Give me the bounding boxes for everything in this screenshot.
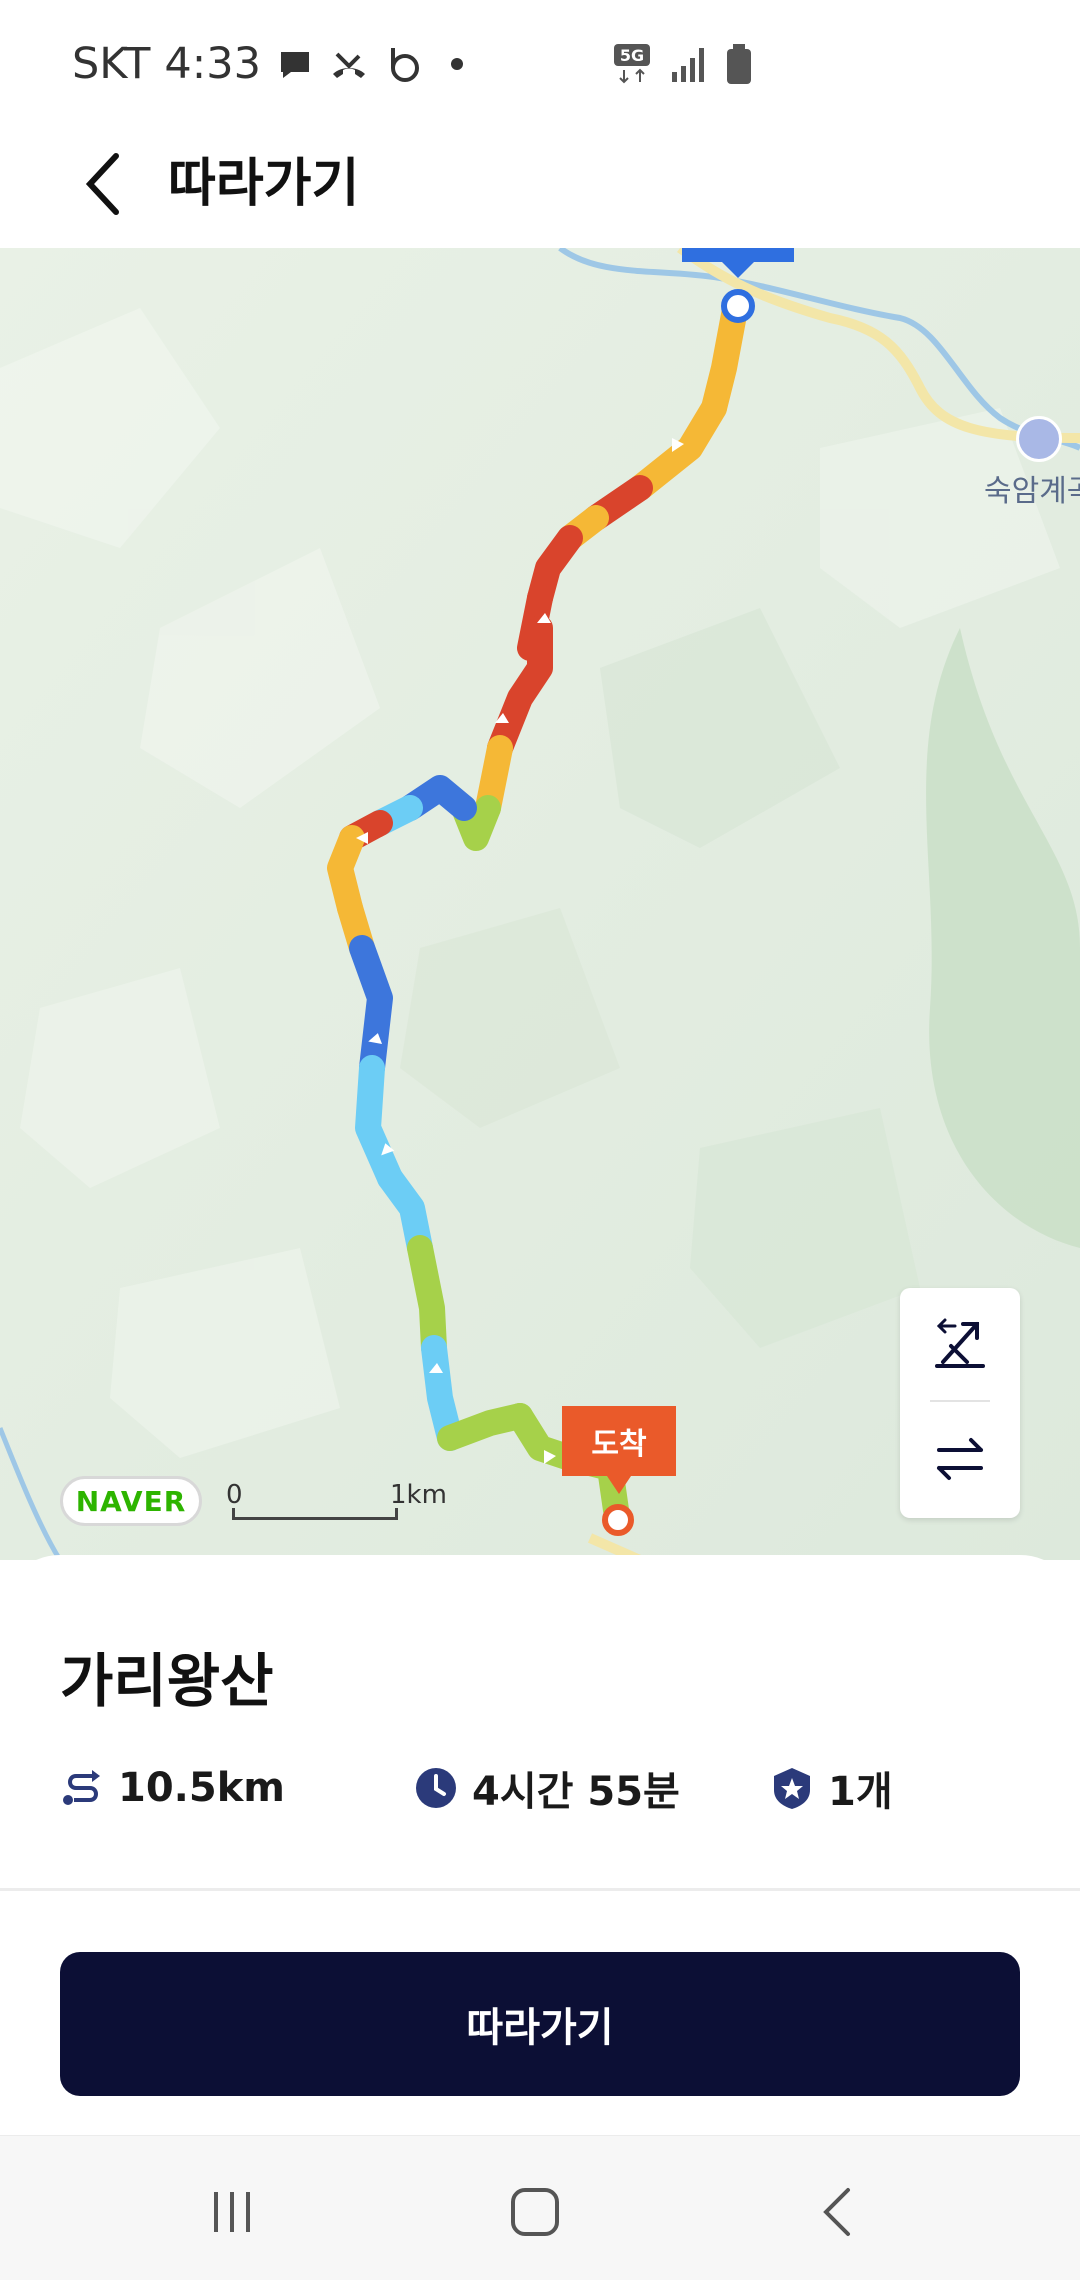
altitude-button[interactable] <box>900 1288 1020 1398</box>
duration-value: 4시간 55분 <box>472 1769 680 1815</box>
route-icon <box>63 1770 100 1805</box>
distance-stat: 10.5km <box>60 1753 285 1823</box>
duration-stat: 4시간 55분 <box>414 1753 680 1823</box>
poi-label[interactable]: 숙암계곡 <box>984 466 1080 510</box>
scale-zero-label: 0 <box>226 1480 243 1510</box>
clock-label: 4:33 <box>164 39 261 89</box>
recents-button[interactable] <box>182 2172 282 2252</box>
scale-bar <box>232 1508 398 1520</box>
badge-star-icon <box>774 1768 810 1809</box>
swap-direction-button[interactable] <box>900 1404 1020 1514</box>
home-button[interactable] <box>485 2172 585 2252</box>
altitude-icon <box>935 1318 985 1368</box>
map-view[interactable]: 숙암계곡 도착 NAVER 0 1km <box>0 248 1080 1560</box>
course-info-sheet: 가리왕산 10.5km 4시간 55분 1개 따라가기 <box>0 1555 1080 2135</box>
route-segment <box>407 1235 447 1361</box>
scale-distance-label: 1km <box>390 1480 447 1510</box>
b-app-icon <box>390 48 419 82</box>
badge-stat: 1개 <box>770 1753 893 1823</box>
back-icon <box>823 2188 850 2236</box>
badge-count-value: 1개 <box>828 1769 893 1815</box>
carrier-label: SKT <box>72 39 151 89</box>
5g-icon: 5G <box>614 44 650 84</box>
arrival-tag[interactable]: 도착 <box>562 1406 676 1494</box>
sheet-divider <box>0 1888 1080 1891</box>
poi-castle-icon[interactable] <box>1016 416 1062 462</box>
distance-value: 10.5km <box>118 1765 285 1811</box>
network-label: 5G <box>620 46 644 65</box>
map-scale: 0 1km <box>226 1480 447 1528</box>
swap-direction-icon <box>937 1438 983 1480</box>
follow-button[interactable]: 따라가기 <box>60 1952 1020 2096</box>
map-controls-divider <box>930 1400 990 1402</box>
battery-icon <box>727 44 751 84</box>
end-marker[interactable] <box>602 1504 634 1536</box>
page-title: 따라가기 <box>168 154 360 214</box>
recents-icon <box>214 2192 250 2232</box>
dot-icon <box>450 58 463 70</box>
system-back-button[interactable] <box>788 2172 888 2252</box>
header: 따라가기 <box>0 120 1080 248</box>
status-right: 5G <box>612 36 754 92</box>
missed-call-icon <box>332 52 365 78</box>
back-button[interactable] <box>60 140 148 228</box>
status-left: SKT 4:33 <box>72 36 477 92</box>
chat-icon <box>280 52 309 78</box>
course-name: 가리왕산 <box>60 1647 274 1715</box>
clock-icon <box>416 1768 456 1808</box>
map-controls <box>900 1288 1020 1518</box>
start-tag[interactable] <box>682 248 794 262</box>
route-segment <box>421 1335 463 1451</box>
status-bar: SKT 4:33 5G <box>0 0 1080 120</box>
start-marker[interactable] <box>721 289 755 323</box>
home-icon <box>511 2188 559 2236</box>
chevron-left-icon <box>85 153 119 215</box>
system-nav-bar <box>0 2135 1080 2280</box>
naver-logo: NAVER <box>60 1476 202 1526</box>
signal-icon <box>672 48 704 82</box>
